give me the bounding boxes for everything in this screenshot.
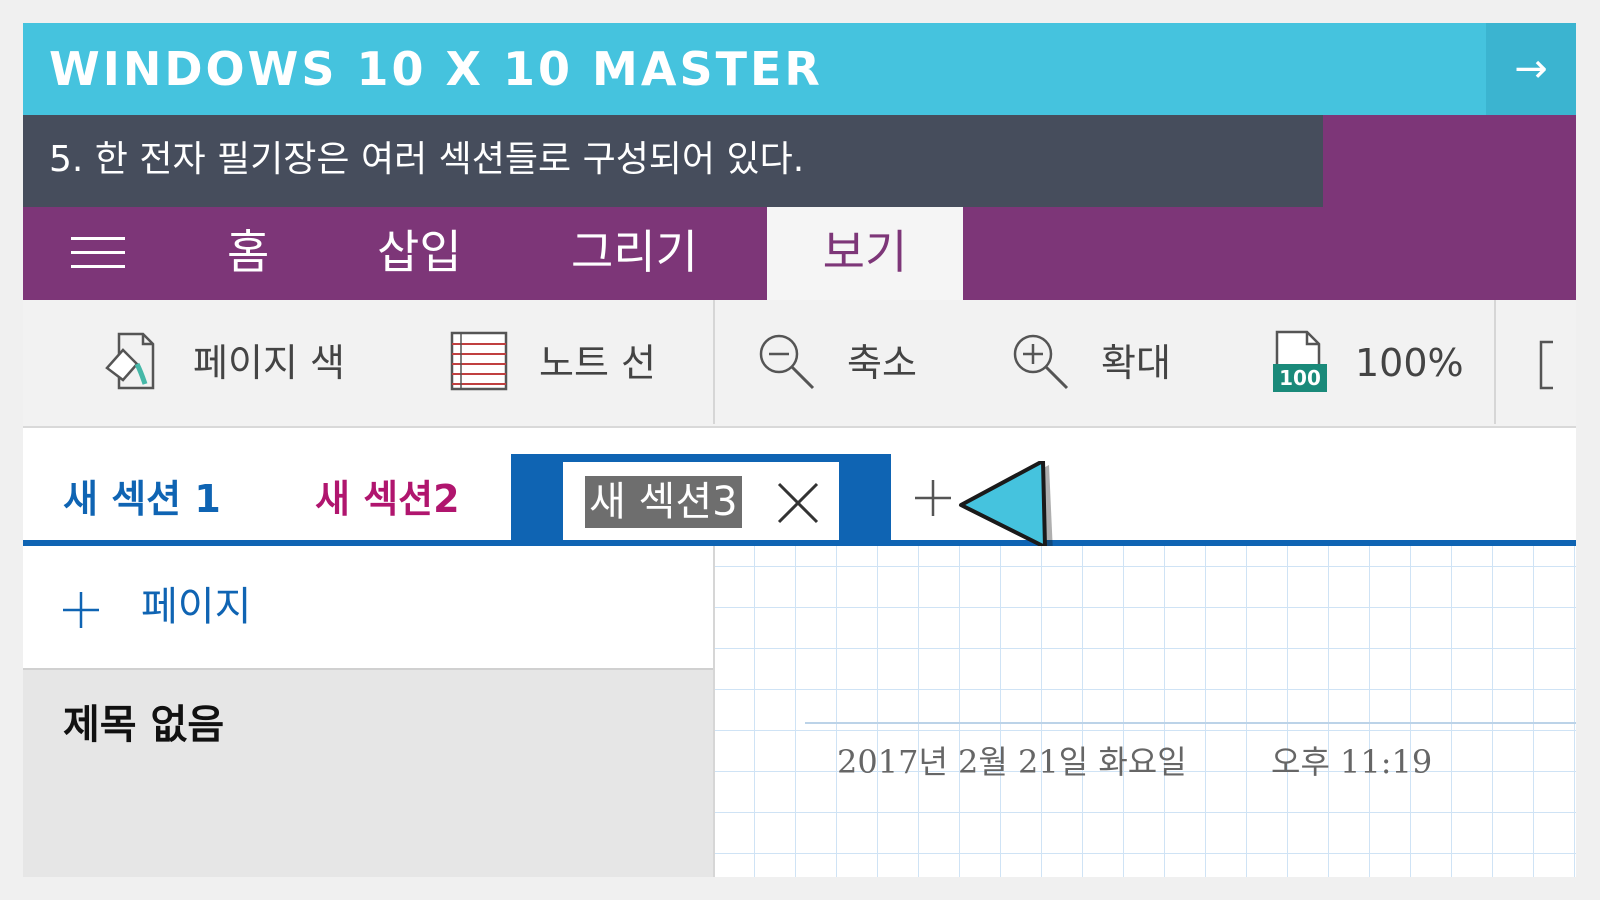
ribbon-tab-bar: 홈 삽입 그리기 보기 — [23, 207, 1576, 300]
note-lines-icon[interactable] — [449, 330, 509, 392]
page-date: 2017년 2월 21일 화요일 — [837, 743, 1187, 781]
page-list-item[interactable]: 제목 없음 — [23, 670, 713, 877]
section-name-editor[interactable]: 새 섹션3 — [563, 462, 839, 542]
add-page-button[interactable]: 페이지 — [23, 546, 713, 670]
section-name-input[interactable]: 새 섹션3 — [585, 476, 742, 528]
page-color-icon[interactable] — [101, 328, 161, 394]
title-banner: WINDOWS 10 X 10 MASTER → — [23, 23, 1576, 115]
page-title: 제목 없음 — [63, 702, 225, 748]
step-caption-bar: 5. 한 전자 필기장은 여러 섹션들로 구성되어 있다. — [23, 115, 1323, 207]
zoom-in-label[interactable]: 확대 — [1101, 340, 1171, 386]
add-section-icon[interactable] — [913, 478, 953, 518]
plus-icon — [63, 592, 99, 628]
page-time: 오후 11:19 — [1271, 743, 1433, 781]
tab-insert[interactable]: 삽입 — [377, 207, 462, 300]
page-list: 페이지 제목 없음 — [23, 546, 715, 877]
app-frame: WINDOWS 10 X 10 MASTER → 5. 한 전자 필기장은 여러… — [23, 23, 1576, 877]
tab-home[interactable]: 홈 — [227, 207, 269, 300]
toolbar-divider — [713, 300, 715, 424]
section-tab-3-active[interactable]: 새 섹션3 — [511, 454, 891, 546]
toolbar-divider — [1494, 300, 1496, 424]
ribbon-background-extension — [1323, 115, 1576, 207]
title-rule — [805, 722, 1576, 724]
zoom-out-icon[interactable] — [757, 332, 817, 392]
more-tool-icon[interactable] — [1537, 340, 1557, 390]
zoom-100-icon[interactable]: 100 — [1273, 328, 1329, 394]
page-color-label[interactable]: 페이지 색 — [193, 340, 345, 386]
zoom-in-icon[interactable] — [1011, 332, 1071, 392]
section-tab-1[interactable]: 새 섹션 1 — [63, 476, 221, 522]
section-tab-2[interactable]: 새 섹션2 — [315, 476, 460, 522]
section-tab-bar: 새 섹션 1 새 섹션2 새 섹션3 — [23, 428, 1576, 546]
zoom-100-badge: 100 — [1273, 364, 1327, 392]
close-icon[interactable] — [775, 480, 821, 526]
tab-view[interactable]: 보기 — [767, 207, 963, 300]
step-caption: 5. 한 전자 필기장은 여러 섹션들로 구성되어 있다. — [49, 139, 805, 180]
zoom-out-label[interactable]: 축소 — [847, 340, 917, 386]
hamburger-menu-icon[interactable] — [71, 233, 125, 271]
zoom-100-label[interactable]: 100% — [1355, 340, 1464, 386]
note-canvas[interactable]: 2017년 2월 21일 화요일 오후 11:19 — [715, 546, 1576, 877]
tab-draw[interactable]: 그리기 — [571, 207, 698, 300]
banner-title: WINDOWS 10 X 10 MASTER — [49, 42, 823, 96]
view-toolbar: 페이지 색 노트 선 축소 확대 100 100% — [23, 300, 1576, 428]
add-page-label: 페이지 — [141, 584, 252, 630]
next-arrow-button[interactable]: → — [1486, 23, 1576, 115]
note-lines-label[interactable]: 노트 선 — [539, 340, 656, 386]
